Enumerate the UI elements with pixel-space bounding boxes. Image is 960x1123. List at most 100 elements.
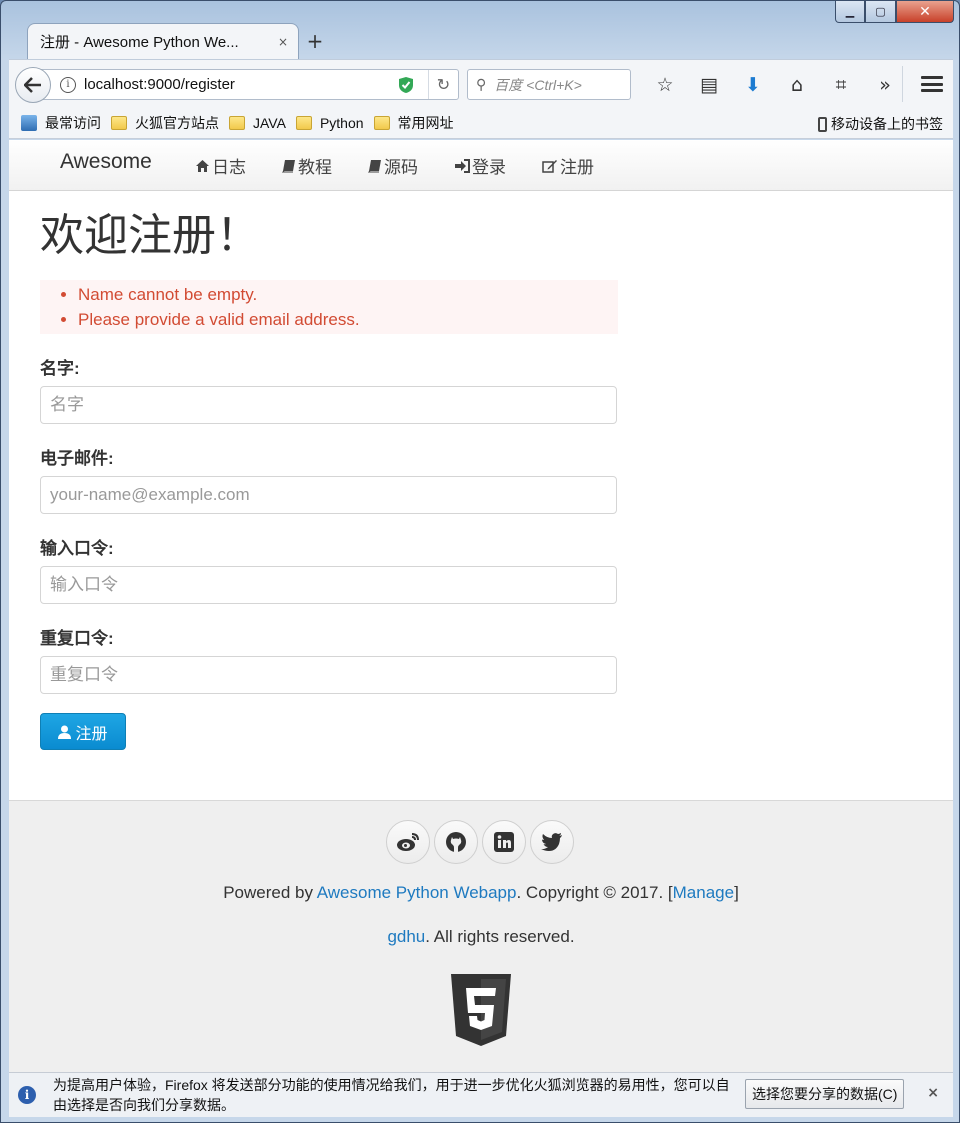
bookmark-folder-python[interactable]: Python xyxy=(295,114,364,131)
user-icon xyxy=(58,725,72,739)
copyright-text: . Copyright © 2017. [ xyxy=(516,883,673,902)
search-bar[interactable]: ⚲ 百度 <Ctrl+K> xyxy=(467,69,631,100)
menu-icon[interactable] xyxy=(921,73,943,95)
page-viewport: Awesome 日志 教程 源码 登录 注册 欢迎注册！ • Name cann… xyxy=(9,140,953,1072)
nav-item-label: 源码 xyxy=(384,158,418,177)
choose-data-button[interactable]: 选择您要分享的数据(C) xyxy=(745,1079,905,1109)
close-icon[interactable]: × xyxy=(927,1085,939,1101)
manage-link[interactable]: Manage xyxy=(673,883,734,902)
search-icon: ⚲ xyxy=(476,76,487,93)
toolbar-icons: ☆ ▤ ⬇ ⌂ ⌗ » xyxy=(643,69,907,100)
bookmark-label: 最常访问 xyxy=(45,114,101,131)
tab-close-icon[interactable]: × xyxy=(278,35,288,49)
mobile-bookmarks-label: 移动设备上的书签 xyxy=(831,116,943,132)
email-input[interactable] xyxy=(40,476,617,514)
bookmark-folder-java[interactable]: JAVA xyxy=(229,115,286,131)
nav-item-register[interactable]: 注册 xyxy=(542,153,594,178)
author-link[interactable]: gdhu xyxy=(387,927,425,946)
folder-icon xyxy=(229,115,245,130)
register-button-label: 注册 xyxy=(75,725,108,743)
bookmark-folder-firefox[interactable]: 火狐官方站点 xyxy=(111,113,219,133)
bookmark-label: 常用网址 xyxy=(397,114,454,131)
site-menu: 日志 教程 源码 登录 注册 xyxy=(195,140,630,191)
github-link[interactable] xyxy=(434,820,478,864)
back-button[interactable] xyxy=(15,67,51,103)
book-icon xyxy=(282,159,295,172)
most-visited-icon xyxy=(21,114,37,131)
password-repeat-input[interactable] xyxy=(40,656,617,694)
bookmark-label: 火狐官方站点 xyxy=(135,114,219,131)
register-button[interactable]: 注册 xyxy=(40,713,126,750)
nav-item-tutorial[interactable]: 教程 xyxy=(282,153,332,178)
register-form-container: 欢迎注册！ Name cannot be empty. Please provi… xyxy=(40,191,618,750)
error-message: Please provide a valid email address. xyxy=(78,307,618,332)
error-list: Name cannot be empty. Please provide a v… xyxy=(40,280,618,334)
edit-icon xyxy=(542,159,557,173)
nav-item-label: 日志 xyxy=(212,158,246,177)
powered-prefix: Powered by xyxy=(223,883,317,902)
nav-item-login[interactable]: 登录 xyxy=(454,153,506,178)
email-label: 电子邮件: xyxy=(40,449,114,468)
name-input[interactable] xyxy=(40,386,617,424)
notification-text: 为提高用户体验，Firefox 将发送部分功能的使用情况给我们，用于进一步优化火… xyxy=(53,1077,730,1113)
name-label: 名字: xyxy=(40,359,80,378)
folder-icon xyxy=(295,115,312,130)
project-link[interactable]: Awesome Python Webapp xyxy=(317,883,517,902)
bookmark-star-icon[interactable]: ☆ xyxy=(643,74,687,96)
sign-in-icon xyxy=(455,158,470,173)
phone-icon xyxy=(818,116,827,132)
nav-item-label: 注册 xyxy=(560,158,594,177)
folder-icon xyxy=(111,115,127,130)
home-icon[interactable]: ⌂ xyxy=(775,74,819,96)
mobile-bookmarks[interactable]: 移动设备上的书签 xyxy=(818,114,943,134)
url-bar[interactable]: i localhost:9000/register ↻ xyxy=(37,69,459,100)
bookmark-folder-common[interactable]: 常用网址 xyxy=(373,113,454,133)
password-label: 输入口令: xyxy=(40,539,114,558)
linkedin-link[interactable] xyxy=(482,820,526,864)
rights-line: gdhu. All rights reserved. xyxy=(9,927,953,947)
browser-toolbar: i localhost:9000/register ↻ ⚲ 百度 <Ctrl+K… xyxy=(9,59,953,107)
site-navbar: Awesome 日志 教程 源码 登录 注册 xyxy=(9,140,953,191)
home-icon xyxy=(196,159,209,172)
tab-title: 注册 - Awesome Python We... xyxy=(40,34,239,51)
book-icon xyxy=(368,159,381,172)
bookmark-label: Python xyxy=(319,114,364,131)
nav-item-blog[interactable]: 日志 xyxy=(195,153,246,178)
copyright-line: Powered by Awesome Python Webapp. Copyri… xyxy=(9,883,953,903)
url-text[interactable]: localhost:9000/register xyxy=(84,76,398,93)
search-placeholder: 百度 <Ctrl+K> xyxy=(494,76,582,93)
tab-register[interactable]: 注册 - Awesome Python We... × xyxy=(27,23,299,59)
social-links xyxy=(386,820,578,864)
screenshot-crop-icon[interactable]: ⌗ xyxy=(819,74,863,96)
tab-strip: 注册 - Awesome Python We... × + xyxy=(9,19,949,59)
nav-item-source[interactable]: 源码 xyxy=(368,153,418,178)
copyright-bracket: ] xyxy=(734,883,739,902)
site-footer: Powered by Awesome Python Webapp. Copyri… xyxy=(9,800,953,1072)
info-icon: i xyxy=(18,1086,36,1104)
download-icon[interactable]: ⬇ xyxy=(731,74,775,96)
password-input[interactable] xyxy=(40,566,617,604)
reload-icon[interactable]: ↻ xyxy=(428,70,458,99)
reading-list-icon[interactable]: ▤ xyxy=(687,74,731,96)
site-info-icon[interactable]: i xyxy=(60,76,76,93)
html5-logo-icon xyxy=(451,974,511,1046)
bookmark-label: JAVA xyxy=(253,114,286,131)
new-tab-button[interactable]: + xyxy=(303,29,327,53)
back-arrow-icon xyxy=(24,77,41,93)
folder-icon xyxy=(373,115,390,130)
overflow-chevrons-icon[interactable]: » xyxy=(863,74,907,96)
bookmark-most-visited[interactable]: 最常访问 xyxy=(21,113,101,133)
browser-window: ▁ ▢ ✕ 注册 - Awesome Python We... × + i lo… xyxy=(0,0,960,1123)
password-repeat-label: 重复口令: xyxy=(40,629,114,648)
nav-item-label: 教程 xyxy=(298,158,332,177)
brand-link[interactable]: Awesome xyxy=(60,150,152,174)
toolbar-separator xyxy=(902,66,903,102)
page-title: 欢迎注册！ xyxy=(40,211,260,260)
shield-icon[interactable] xyxy=(398,76,414,94)
twitter-link[interactable] xyxy=(530,820,574,864)
linkedin-icon xyxy=(494,832,514,852)
weibo-link[interactable] xyxy=(386,820,430,864)
nav-item-label: 登录 xyxy=(472,158,506,177)
rights-text: . All rights reserved. xyxy=(425,927,575,946)
weibo-icon xyxy=(397,833,419,851)
